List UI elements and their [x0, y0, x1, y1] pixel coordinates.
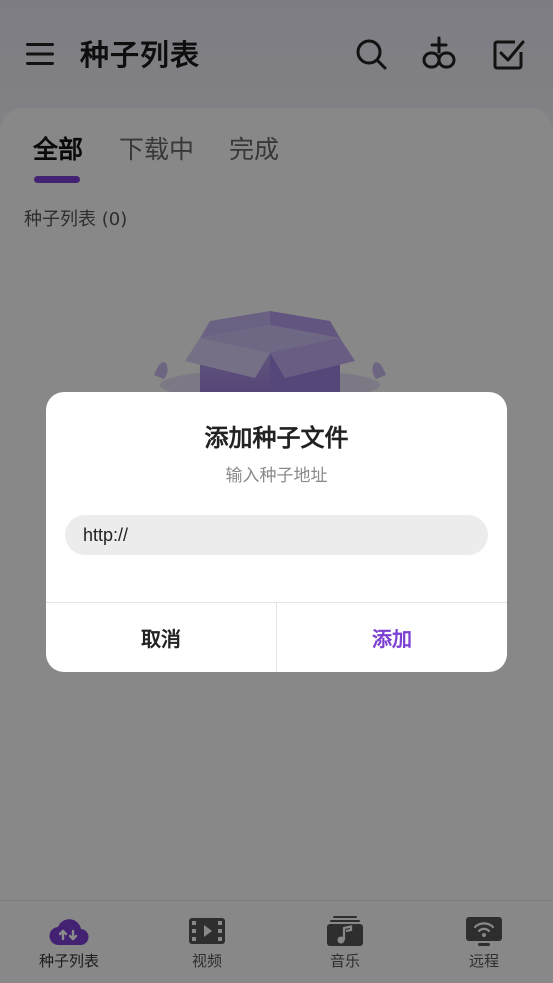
dialog-subtitle: 输入种子地址 — [225, 466, 328, 486]
add-button[interactable]: 添加 — [277, 603, 507, 672]
dialog-title: 添加种子文件 — [204, 424, 349, 452]
add-torrent-dialog: 添加种子文件 输入种子地址 取消 添加 — [46, 392, 507, 672]
cancel-button[interactable]: 取消 — [46, 603, 276, 672]
torrent-url-input[interactable] — [65, 515, 488, 555]
